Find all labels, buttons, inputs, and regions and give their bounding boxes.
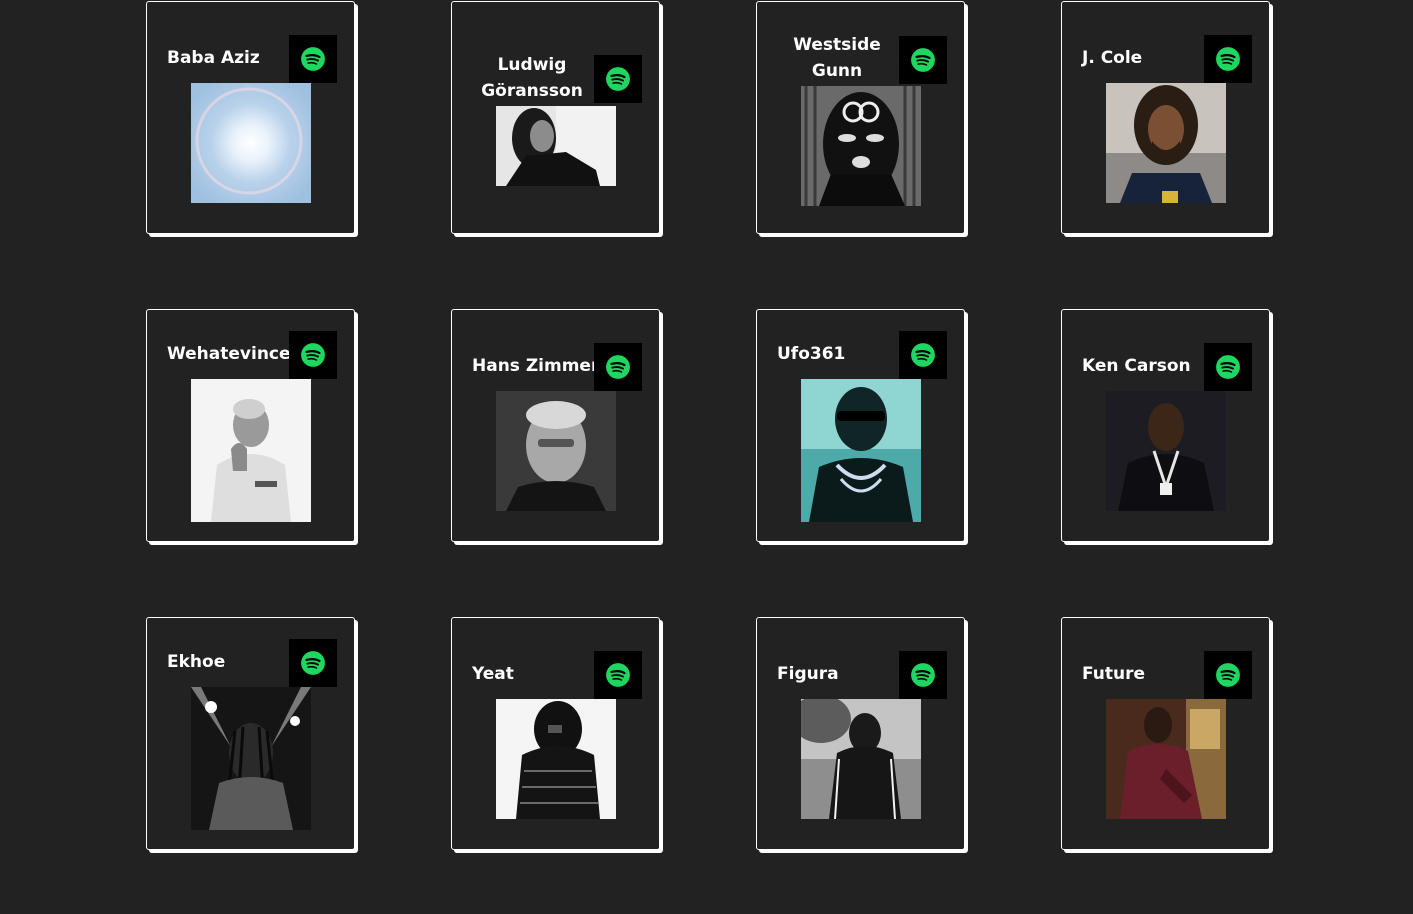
artist-name: Figura xyxy=(777,664,839,684)
spotify-link[interactable] xyxy=(289,331,337,379)
spotify-link[interactable] xyxy=(899,331,947,379)
spotify-link[interactable] xyxy=(289,639,337,687)
artist-name: Ekhoe xyxy=(167,652,226,672)
artist-photo xyxy=(191,83,311,203)
artist-card-ufo361[interactable]: Ufo361 xyxy=(756,309,965,542)
spotify-logo-icon xyxy=(1216,663,1240,687)
artist-card-ludwig-goransson[interactable]: Ludwig Göransson xyxy=(451,1,660,234)
spotify-link[interactable] xyxy=(289,35,337,83)
artist-photo xyxy=(496,391,616,511)
artist-name: Wehatevince xyxy=(167,344,291,364)
spotify-logo-icon xyxy=(911,48,935,72)
spotify-logo-icon xyxy=(606,355,630,379)
artist-name: Ken Carson xyxy=(1082,356,1191,376)
artist-name: Baba Aziz xyxy=(167,48,260,68)
artist-photo xyxy=(801,699,921,819)
artist-grid: Baba Aziz Ludwig Göransson Westside Gunn… xyxy=(0,0,1413,914)
spotify-logo-icon xyxy=(911,663,935,687)
spotify-link[interactable] xyxy=(594,343,642,391)
artist-photo xyxy=(801,86,921,206)
spotify-link[interactable] xyxy=(1204,343,1252,391)
spotify-logo-icon xyxy=(1216,355,1240,379)
artist-name: Ufo361 xyxy=(777,344,846,364)
artist-name: J. Cole xyxy=(1082,48,1143,68)
artist-name: Westside Gunn xyxy=(793,35,881,81)
spotify-logo-icon xyxy=(606,663,630,687)
spotify-link[interactable] xyxy=(899,36,947,84)
spotify-link[interactable] xyxy=(1204,35,1252,83)
artist-card-future[interactable]: Future xyxy=(1061,617,1270,850)
spotify-link[interactable] xyxy=(594,55,642,103)
artist-photo xyxy=(1106,699,1226,819)
artist-name: Ludwig Göransson xyxy=(481,55,583,101)
artist-photo xyxy=(1106,391,1226,511)
artist-photo xyxy=(1106,83,1226,203)
artist-card-yeat[interactable]: Yeat xyxy=(451,617,660,850)
artist-card-figura[interactable]: Figura xyxy=(756,617,965,850)
spotify-logo-icon xyxy=(911,343,935,367)
artist-photo xyxy=(191,379,311,522)
artist-photo xyxy=(496,106,616,186)
spotify-logo-icon xyxy=(606,67,630,91)
artist-name: Hans Zimmer xyxy=(472,356,600,376)
artist-photo xyxy=(801,379,921,522)
spotify-link[interactable] xyxy=(594,651,642,699)
artist-card-baba-aziz[interactable]: Baba Aziz xyxy=(146,1,355,234)
artist-card-hans-zimmer[interactable]: Hans Zimmer xyxy=(451,309,660,542)
artist-photo xyxy=(496,699,616,819)
spotify-logo-icon xyxy=(301,651,325,675)
spotify-logo-icon xyxy=(301,343,325,367)
spotify-link[interactable] xyxy=(899,651,947,699)
spotify-link[interactable] xyxy=(1204,651,1252,699)
spotify-logo-icon xyxy=(1216,47,1240,71)
artist-card-j-cole[interactable]: J. Cole xyxy=(1061,1,1270,234)
artist-card-ekhoe[interactable]: Ekhoe xyxy=(146,617,355,850)
artist-name: Yeat xyxy=(472,664,514,684)
artist-name: Future xyxy=(1082,664,1146,684)
artist-card-westside-gunn[interactable]: Westside Gunn xyxy=(756,1,965,234)
artist-card-wehatevince[interactable]: Wehatevince xyxy=(146,309,355,542)
artist-photo xyxy=(191,687,311,830)
artist-card-ken-carson[interactable]: Ken Carson xyxy=(1061,309,1270,542)
spotify-logo-icon xyxy=(301,47,325,71)
